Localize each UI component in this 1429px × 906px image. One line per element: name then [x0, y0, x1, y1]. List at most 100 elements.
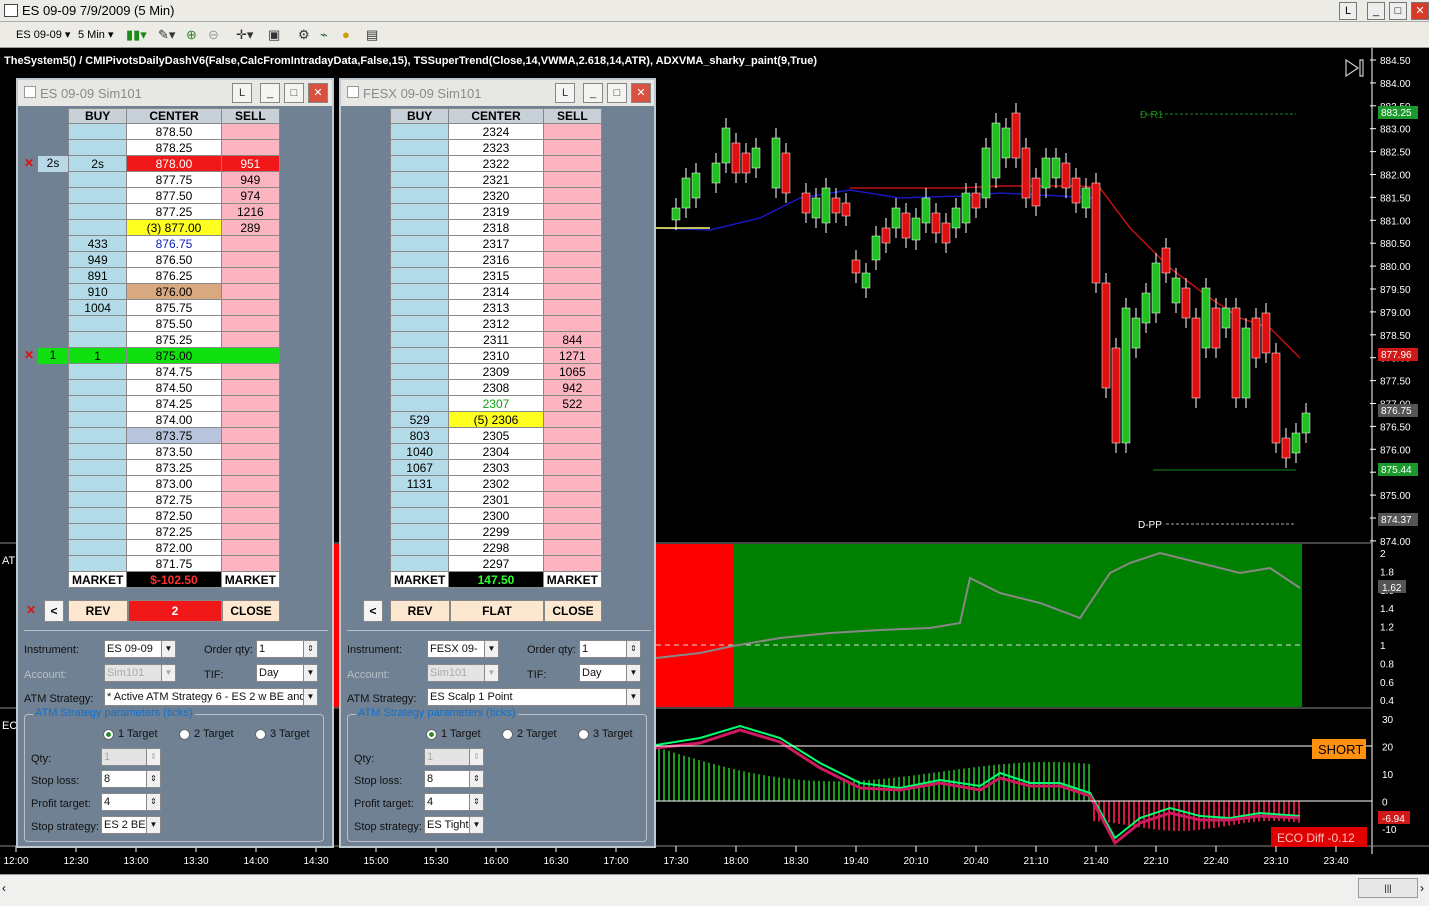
chevron-down-icon[interactable]: ▼ [469, 817, 483, 833]
spinner-icon[interactable]: ⇕ [626, 641, 640, 657]
buy-cell[interactable] [389, 363, 450, 380]
sell-cell[interactable] [542, 539, 603, 556]
sell-cell[interactable] [220, 379, 281, 396]
sell-cell[interactable] [542, 459, 603, 476]
cancel-all-icon[interactable]: ✕ [24, 600, 38, 622]
dom-left-link-button[interactable]: L [232, 83, 252, 103]
buy-cell[interactable] [389, 491, 450, 508]
buy-cell[interactable] [389, 299, 450, 316]
reverse-button[interactable]: REV [390, 600, 450, 622]
sell-cell[interactable] [542, 267, 603, 284]
spinner-icon[interactable]: ⇕ [303, 641, 317, 657]
maximize-button[interactable]: □ [1389, 2, 1407, 20]
crosshair-icon[interactable]: ✛▾ [236, 27, 253, 43]
reverse-button[interactable]: REV [68, 600, 128, 622]
buy-cell[interactable] [67, 555, 128, 572]
market-sell-button[interactable]: MARKET [220, 571, 281, 588]
buy-cell[interactable] [389, 331, 450, 348]
sell-cell[interactable] [220, 267, 281, 284]
sell-cell[interactable]: 951 [220, 155, 281, 172]
buy-cell[interactable] [67, 507, 128, 524]
scroll-right-icon[interactable]: › [1420, 881, 1424, 895]
sell-cell[interactable] [220, 123, 281, 140]
qty-stepper[interactable]: 1 ⇕ [101, 748, 161, 766]
sell-cell[interactable] [220, 283, 281, 300]
buy-cell[interactable] [389, 507, 450, 524]
buy-cell[interactable] [389, 539, 450, 556]
scroll-thumb[interactable]: ||| [1358, 878, 1418, 898]
atm-strategy-select[interactable]: * Active ATM Strategy 6 - ES 2 w BE and ▼ [104, 688, 318, 706]
sell-cell[interactable] [220, 251, 281, 268]
back-button[interactable]: < [44, 600, 64, 622]
position-button[interactable]: FLAT [450, 600, 544, 622]
sell-cell[interactable] [542, 155, 603, 172]
tif-select[interactable]: Day ▼ [256, 664, 318, 682]
buy-cell[interactable]: 1004 [67, 299, 128, 316]
dom-right-minimize-button[interactable]: _ [583, 83, 603, 103]
properties-icon[interactable]: ⚙ [298, 27, 310, 43]
instrument-select[interactable]: FESX 09- ▼ [427, 640, 499, 658]
buy-cell[interactable]: 949 [67, 251, 128, 268]
buy-cell[interactable] [389, 235, 450, 252]
close-position-button[interactable]: CLOSE [222, 600, 280, 622]
link-button[interactable]: L [1339, 2, 1357, 20]
qty-stepper[interactable]: 1 ⇕ [424, 748, 484, 766]
buy-cell[interactable] [389, 171, 450, 188]
spinner-icon[interactable]: ⇕ [469, 794, 483, 810]
sell-cell[interactable]: 942 [542, 379, 603, 396]
sell-cell[interactable] [542, 411, 603, 428]
sell-cell[interactable]: 1271 [542, 347, 603, 364]
market-buy-button[interactable]: MARKET [389, 571, 450, 588]
spinner-icon[interactable]: ⇕ [469, 771, 483, 787]
target-2-radio[interactable]: 2 Target [179, 728, 234, 740]
buy-cell[interactable]: 433 [67, 235, 128, 252]
sell-cell[interactable]: 522 [542, 395, 603, 412]
buy-cell[interactable] [67, 411, 128, 428]
chart-trader-icon[interactable]: ▤ [366, 27, 378, 43]
sell-cell[interactable] [542, 139, 603, 156]
sell-cell[interactable] [220, 507, 281, 524]
sell-cell[interactable] [542, 507, 603, 524]
sell-cell[interactable] [220, 523, 281, 540]
buy-cell[interactable]: 910 [67, 283, 128, 300]
sell-cell[interactable]: 844 [542, 331, 603, 348]
sell-cell[interactable]: 289 [220, 219, 281, 236]
atm-strategy-select[interactable]: ES Scalp 1 Point ▼ [427, 688, 641, 706]
indicators-icon[interactable]: ⌁ [320, 27, 328, 43]
horizontal-scrollbar[interactable]: ‹ ||| › [0, 874, 1429, 906]
sell-cell[interactable] [542, 187, 603, 204]
buy-cell[interactable] [67, 523, 128, 540]
buy-cell[interactable] [389, 139, 450, 156]
instrument-select[interactable]: ES 09-09 ▼ [104, 640, 176, 658]
profit-target-stepper[interactable]: 4 ⇕ [424, 793, 484, 811]
draw-pencil-icon[interactable]: ✎▾ [158, 27, 175, 43]
buy-cell[interactable] [67, 187, 128, 204]
sell-cell[interactable] [542, 427, 603, 444]
buy-cell[interactable] [67, 539, 128, 556]
buy-cell[interactable]: 1 [67, 347, 128, 364]
minimize-button[interactable]: _ [1367, 2, 1385, 20]
dom-right-window[interactable]: FESX 09-09 Sim101 L _ □ ✕ BUY CENTER SELL 2… [339, 78, 656, 848]
orderqty-stepper[interactable]: 1 ⇕ [256, 640, 318, 658]
sell-cell[interactable] [220, 491, 281, 508]
sell-cell[interactable] [220, 411, 281, 428]
chevron-down-icon[interactable]: ▼ [146, 817, 160, 833]
orderqty-stepper[interactable]: 1 ⇕ [579, 640, 641, 658]
zoom-out-icon[interactable]: ⊖ [208, 27, 219, 43]
buy-cell[interactable] [67, 427, 128, 444]
close-position-button[interactable]: CLOSE [544, 600, 602, 622]
buy-cell[interactable] [67, 395, 128, 412]
buy-cell[interactable] [67, 203, 128, 220]
buy-cell[interactable] [389, 123, 450, 140]
interval-selector[interactable]: 5 Min ▾ [78, 28, 113, 41]
buy-cell[interactable] [67, 363, 128, 380]
sell-cell[interactable] [220, 555, 281, 572]
sell-cell[interactable]: 1216 [220, 203, 281, 220]
cancel-order-icon[interactable]: ✕ [24, 156, 34, 170]
sell-cell[interactable] [220, 347, 281, 364]
buy-cell[interactable]: 803 [389, 427, 450, 444]
sell-cell[interactable] [542, 235, 603, 252]
buy-cell[interactable] [67, 379, 128, 396]
order-qty-badge[interactable]: 2s [38, 156, 68, 172]
stoploss-stepper[interactable]: 8 ⇕ [424, 770, 484, 788]
